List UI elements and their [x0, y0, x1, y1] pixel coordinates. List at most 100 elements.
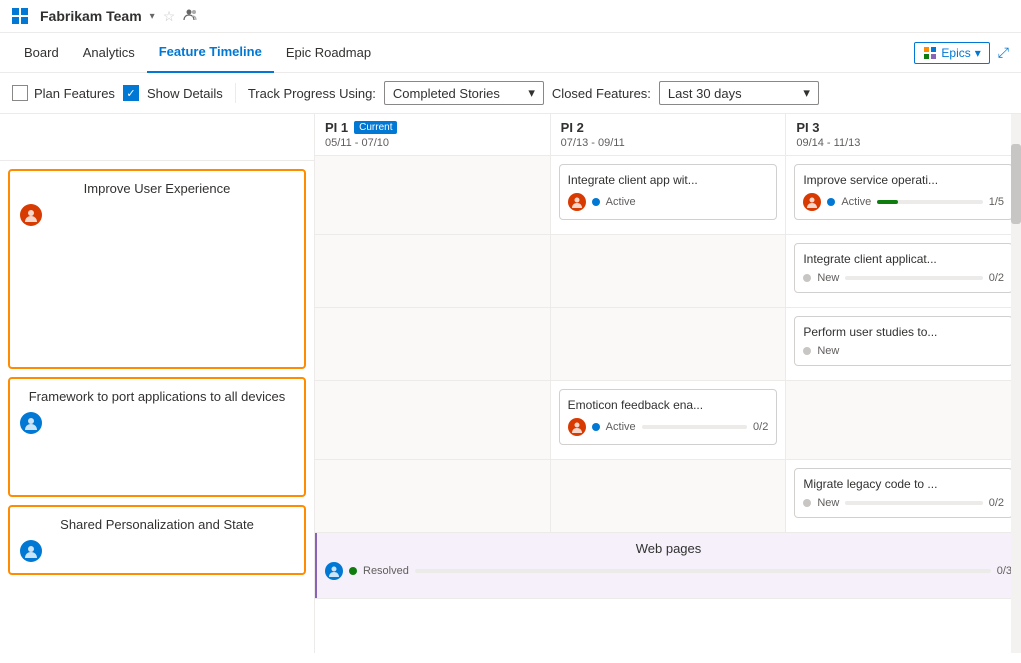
closed-dropdown-chevron-icon: ▾	[803, 85, 810, 101]
epic1-row2: Integrate client applicat... New 0/2	[315, 235, 1021, 308]
progress-fill-2	[877, 200, 898, 204]
chevron-down-icon[interactable]: ▾	[150, 11, 155, 22]
epic-row-2: Framework to port applications to all de…	[8, 377, 306, 497]
card-avatar-2	[803, 193, 821, 211]
closed-features-label: Closed Features:	[552, 86, 651, 101]
card-integrate-client-app[interactable]: Integrate client applicat... New 0/2	[794, 243, 1013, 293]
card-improve-service[interactable]: Improve service operati... Active 1/5	[794, 164, 1013, 220]
left-panel: Improve User Experience Framework to por…	[0, 114, 315, 653]
status-dot-5	[592, 423, 600, 431]
plan-features-control: Plan Features	[12, 85, 115, 101]
card-title-4: Perform user studies to...	[803, 325, 1004, 339]
status-dot-6	[803, 499, 811, 507]
epic-title-1: Improve User Experience	[20, 181, 294, 196]
expand-icon[interactable]: ⤢	[998, 44, 1009, 61]
pi1-header: PI 1 Current 05/11 - 07/10	[315, 114, 551, 155]
epic2-pi1-cell	[315, 381, 551, 459]
status-label-5: Active	[606, 421, 636, 433]
completed-stories-dropdown[interactable]: Completed Stories ▾	[384, 81, 544, 105]
progress-count-webpages: 0/3	[997, 565, 1012, 577]
epic1-pi1-cell	[315, 156, 551, 234]
pi2-dates: 07/13 - 09/11	[561, 137, 776, 149]
status-resolved-label: Resolved	[363, 565, 409, 577]
card-title: Integrate client app wit...	[568, 173, 769, 187]
web-pages-footer: Resolved 0/3	[325, 562, 1012, 580]
status-dot-4	[803, 347, 811, 355]
epic1-pi2-cell-3	[551, 308, 787, 380]
epic2-row2: Migrate legacy code to ... New 0/2	[315, 460, 1021, 533]
status-label-4: New	[817, 345, 839, 357]
pi2-header: PI 2 07/13 - 09/11	[551, 114, 787, 155]
epic1-pi3-cell-3: Perform user studies to... New	[786, 308, 1021, 380]
progress-bar-webpages	[415, 569, 991, 573]
epic1-pi2-cell-2	[551, 235, 787, 307]
epic1-pi3-cell-1: Improve service operati... Active 1/5	[786, 156, 1021, 234]
team-name: Fabrikam Team	[40, 8, 142, 24]
card-integrate-client[interactable]: Integrate client app wit... Active	[559, 164, 778, 220]
status-dot-3	[803, 274, 811, 282]
timeline-area: PI 1 Current 05/11 - 07/10 PI 2 07/13 - …	[315, 114, 1021, 653]
track-progress-label: Track Progress Using:	[248, 86, 376, 101]
epics-button[interactable]: Epics ▾	[914, 42, 989, 64]
progress-count-6: 0/2	[989, 497, 1004, 509]
epic1-pi3-cell-2: Integrate client applicat... New 0/2	[786, 235, 1021, 307]
card-title-5: Emoticon feedback ena...	[568, 398, 769, 412]
progress-bar-2	[877, 200, 982, 204]
nav-board[interactable]: Board	[12, 33, 71, 73]
nav-analytics[interactable]: Analytics	[71, 33, 147, 73]
card-perform-user-studies[interactable]: Perform user studies to... New	[794, 316, 1013, 366]
scrollbar-track[interactable]	[1011, 114, 1021, 653]
epic1-pi1-cell-3	[315, 308, 551, 380]
epic2-row1: Emoticon feedback ena... Active 0/2	[315, 381, 1021, 460]
card-title-6: Migrate legacy code to ...	[803, 477, 1004, 491]
epic2-pi2-cell: Emoticon feedback ena... Active 0/2	[551, 381, 787, 459]
epic2-pi1-cell-2	[315, 460, 551, 532]
card-avatar	[568, 193, 586, 211]
timeline-header: PI 1 Current 05/11 - 07/10 PI 2 07/13 - …	[315, 114, 1021, 156]
team-icon[interactable]	[183, 7, 199, 26]
progress-bar-5	[642, 425, 747, 429]
epic2-pi3-cell-2: Migrate legacy code to ... New 0/2	[786, 460, 1021, 532]
last-30-days-dropdown[interactable]: Last 30 days ▾	[659, 81, 819, 105]
plan-features-checkbox[interactable]	[12, 85, 28, 101]
toolbar: Plan Features Show Details Track Progres…	[0, 73, 1021, 114]
epic1-pi2-cell: Integrate client app wit... Active	[551, 156, 787, 234]
nav-bar: Board Analytics Feature Timeline Epic Ro…	[0, 33, 1021, 73]
card-title-3: Integrate client applicat...	[803, 252, 1004, 266]
epic-title-2: Framework to port applications to all de…	[20, 389, 294, 404]
avatar-epic-3	[20, 540, 42, 562]
card-migrate-legacy[interactable]: Migrate legacy code to ... New 0/2	[794, 468, 1013, 518]
nav-epic-roadmap[interactable]: Epic Roadmap	[274, 33, 383, 73]
progress-count-2: 1/5	[989, 196, 1004, 208]
status-dot-active	[592, 198, 600, 206]
pi1-label: PI 1	[325, 120, 348, 135]
epic-title-3: Shared Personalization and State	[20, 517, 294, 532]
status-dot-resolved	[349, 567, 357, 575]
progress-count-3: 0/2	[989, 272, 1004, 284]
epic3-web-pages-cell: Web pages Resolved 0/3	[315, 533, 1021, 598]
status-label: Active	[606, 196, 636, 208]
card-avatar-5	[568, 418, 586, 436]
dropdown-chevron-icon: ▾	[528, 85, 535, 101]
avatar-epic-1	[20, 204, 42, 226]
epic-row-3: Shared Personalization and State	[8, 505, 306, 575]
plan-features-label: Plan Features	[34, 86, 115, 101]
scrollbar-thumb[interactable]	[1011, 144, 1021, 224]
epic1-pi1-cell-2	[315, 235, 551, 307]
avatar-epic-2	[20, 412, 42, 434]
show-details-checkbox[interactable]	[123, 85, 139, 101]
show-details-label: Show Details	[147, 86, 223, 101]
card-title-2: Improve service operati...	[803, 173, 1004, 187]
app-grid-icon	[12, 6, 32, 26]
nav-feature-timeline[interactable]: Feature Timeline	[147, 33, 274, 73]
card-emoticon-feedback[interactable]: Emoticon feedback ena... Active 0/2	[559, 389, 778, 445]
web-pages-avatar	[325, 562, 343, 580]
toolbar-separator	[235, 83, 236, 103]
progress-bar-6	[845, 501, 982, 505]
favorite-icon[interactable]: ☆	[163, 8, 176, 25]
top-bar: Fabrikam Team ▾ ☆	[0, 0, 1021, 33]
progress-count-5: 0/2	[753, 421, 768, 433]
pi3-header: PI 3 09/14 - 11/13	[786, 114, 1021, 155]
epics-icon	[923, 46, 937, 60]
status-dot-2	[827, 198, 835, 206]
